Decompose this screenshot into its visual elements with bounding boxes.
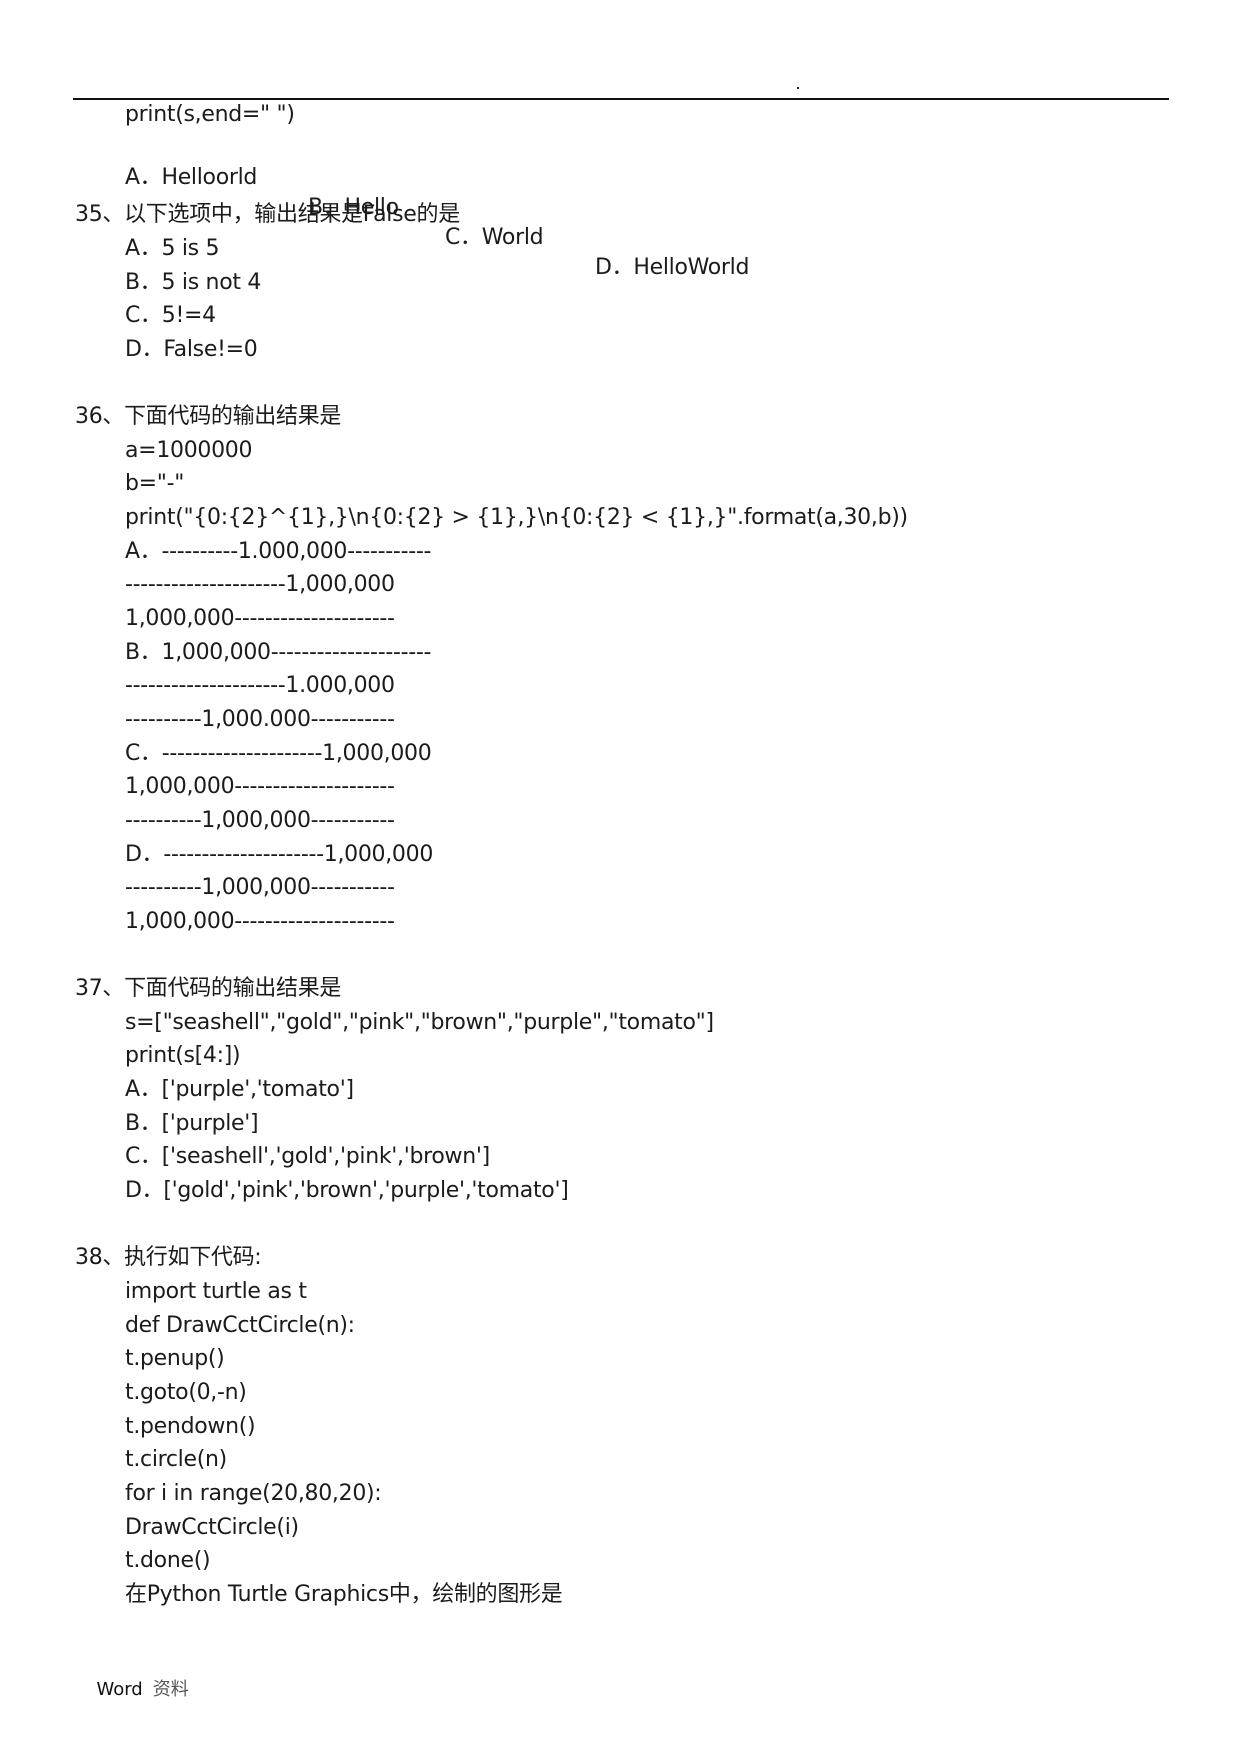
q36-option-c-line2: 1,000,000--------------------- [125, 774, 395, 799]
q37-title: 37、下面代码的输出结果是 [75, 976, 342, 1001]
q34-code-line: print(s,end=" ") [125, 102, 295, 127]
q37-option-b: B．['purple'] [125, 1111, 259, 1136]
header-dot [797, 87, 799, 89]
q36-option-b-line2: ---------------------1.000,000 [125, 673, 395, 698]
q36-code-line: print("{0:{2}^{1},}\n{0:{2} > {1},}\n{0:… [125, 505, 908, 530]
footer-label-cn: 资料 [152, 1679, 189, 1700]
q38-code-line: DrawCctCircle(i) [125, 1515, 299, 1540]
q36-title: 36、下面代码的输出结果是 [75, 404, 342, 429]
page-footer: Word 资料 [85, 1654, 189, 1701]
q37-option-c: C．['seashell','gold','pink','brown'] [125, 1144, 490, 1169]
q36-code-line: a=1000000 [125, 438, 253, 463]
q38-code-line: t.goto(0,-n) [125, 1380, 247, 1405]
q38-code-line: t.penup() [125, 1346, 225, 1371]
footer-label: Word [96, 1679, 143, 1700]
q36-option-b-line3: ----------1,000.000----------- [125, 707, 395, 732]
q37-option-a: A．['purple','tomato'] [125, 1077, 354, 1102]
q38-code-line: def DrawCctCircle(n): [125, 1313, 355, 1338]
q38-code-line: t.circle(n) [125, 1447, 227, 1472]
q38-code-line: import turtle as t [125, 1279, 307, 1304]
q34-option-d: D．HelloWorld [595, 255, 750, 280]
q36-option-c-line3: ----------1,000,000----------- [125, 808, 395, 833]
q35-option-a: A．5 is 5 [125, 236, 220, 261]
q37-option-d: D．['gold','pink','brown','purple','tomat… [125, 1178, 569, 1203]
q38-question-text: 在Python Turtle Graphics中，绘制的图形是 [125, 1582, 563, 1607]
q34-option-a: A．Helloorld [125, 165, 258, 190]
q36-code-line: b="-" [125, 471, 185, 496]
q38-code-line: t.done() [125, 1548, 211, 1573]
q35-title: 35、以下选项中，输出结果是False的是 [75, 202, 460, 227]
q38-title: 38、执行如下代码: [75, 1245, 262, 1270]
q35-option-d: D．False!=0 [125, 337, 258, 362]
q35-option-c: C．5!=4 [125, 303, 216, 328]
q38-code-line: for i in range(20,80,20): [125, 1481, 382, 1506]
q36-option-c-line1: C．---------------------1,000,000 [125, 741, 432, 766]
q36-option-a-line3: 1,000,000--------------------- [125, 606, 395, 631]
q37-code-line: s=["seashell","gold","pink","brown","pur… [125, 1010, 714, 1035]
q37-code-line: print(s[4:]) [125, 1043, 241, 1068]
q36-option-a-line2: ---------------------1,000,000 [125, 572, 395, 597]
q36-option-d-line3: 1,000,000--------------------- [125, 909, 395, 934]
q38-code-line: t.pendown() [125, 1414, 256, 1439]
q36-option-d-line2: ----------1,000,000----------- [125, 875, 395, 900]
q35-option-b: B．5 is not 4 [125, 270, 262, 295]
q36-option-a-line1: A．----------1.000,000----------- [125, 539, 432, 564]
q36-option-d-line1: D．---------------------1,000,000 [125, 842, 434, 867]
q36-option-b-line1: B．1,000,000--------------------- [125, 640, 432, 665]
